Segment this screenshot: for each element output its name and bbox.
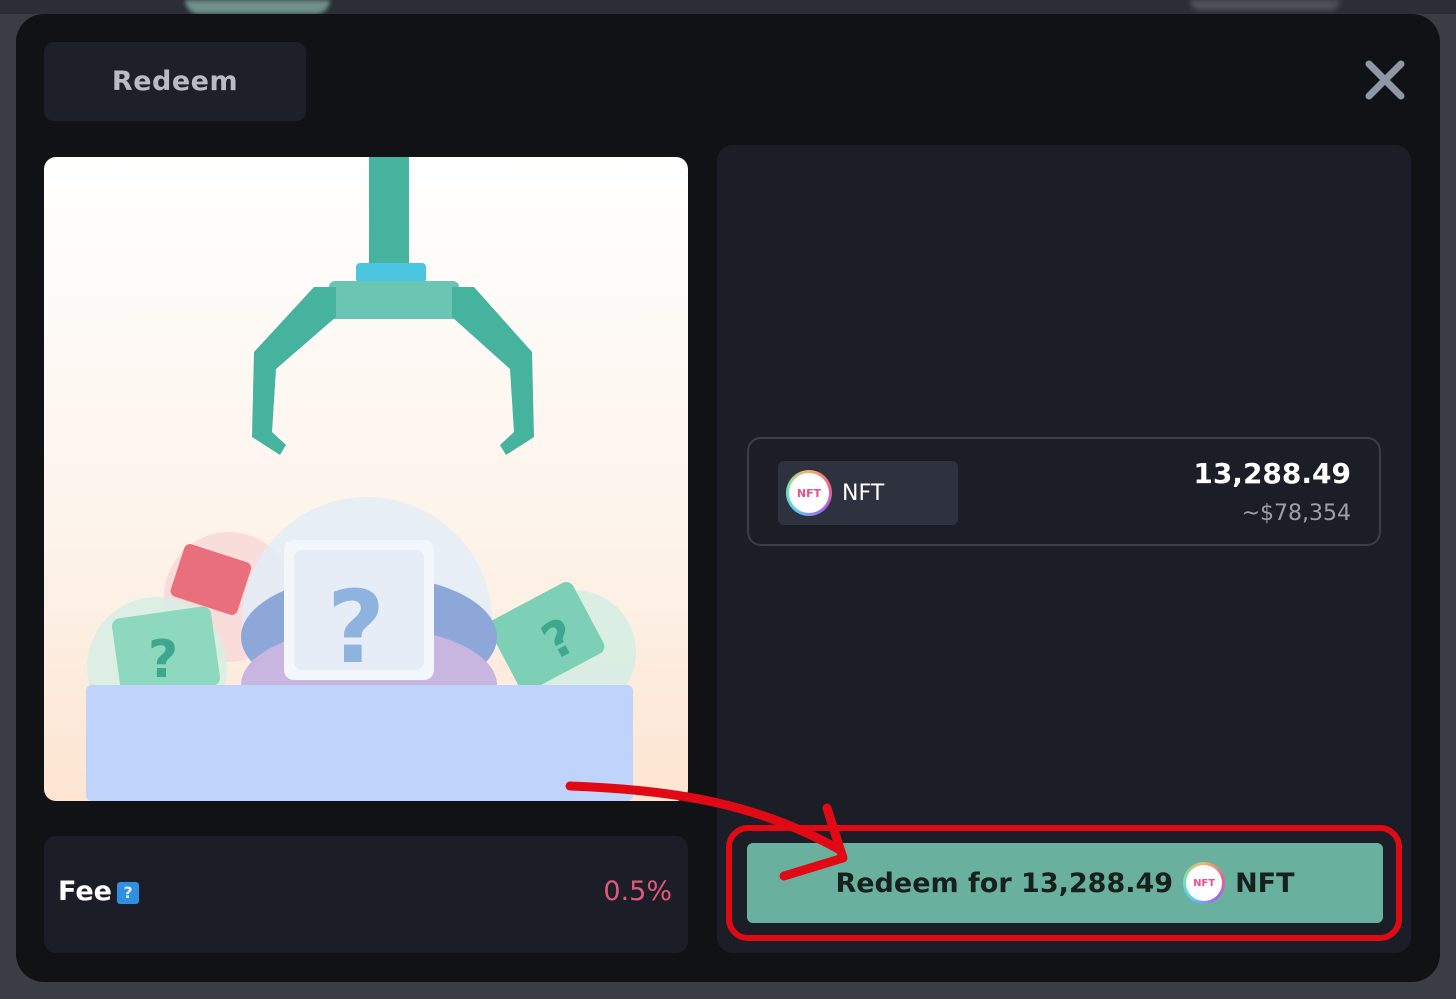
close-icon[interactable] (1363, 58, 1407, 102)
token-amount-usd: ~$78,354 (1241, 501, 1351, 526)
fee-value: 0.5% (603, 876, 672, 907)
tab-redeem[interactable]: Redeem (44, 42, 306, 121)
token-amount-row: NFT NFT 13,288.49 ~$78,354 (747, 437, 1381, 546)
token-selector[interactable]: NFT NFT (778, 461, 958, 525)
svg-text:?: ? (148, 630, 178, 690)
token-symbol: NFT (842, 481, 885, 506)
token-amount: 13,288.49 (1193, 457, 1351, 490)
nft-token-icon-text: NFT (789, 473, 829, 513)
highlight-annotation (726, 825, 1402, 941)
background-element (185, 0, 330, 14)
fee-label: Fee (58, 876, 112, 907)
claw-machine-illustration: ? ? ? (44, 157, 688, 801)
fee-panel: Fee ? 0.5% (44, 836, 688, 953)
svg-text:?: ? (327, 569, 385, 686)
background-element (1190, 0, 1340, 10)
question-icon[interactable]: ? (117, 882, 139, 904)
nft-token-icon: NFT (786, 470, 832, 516)
